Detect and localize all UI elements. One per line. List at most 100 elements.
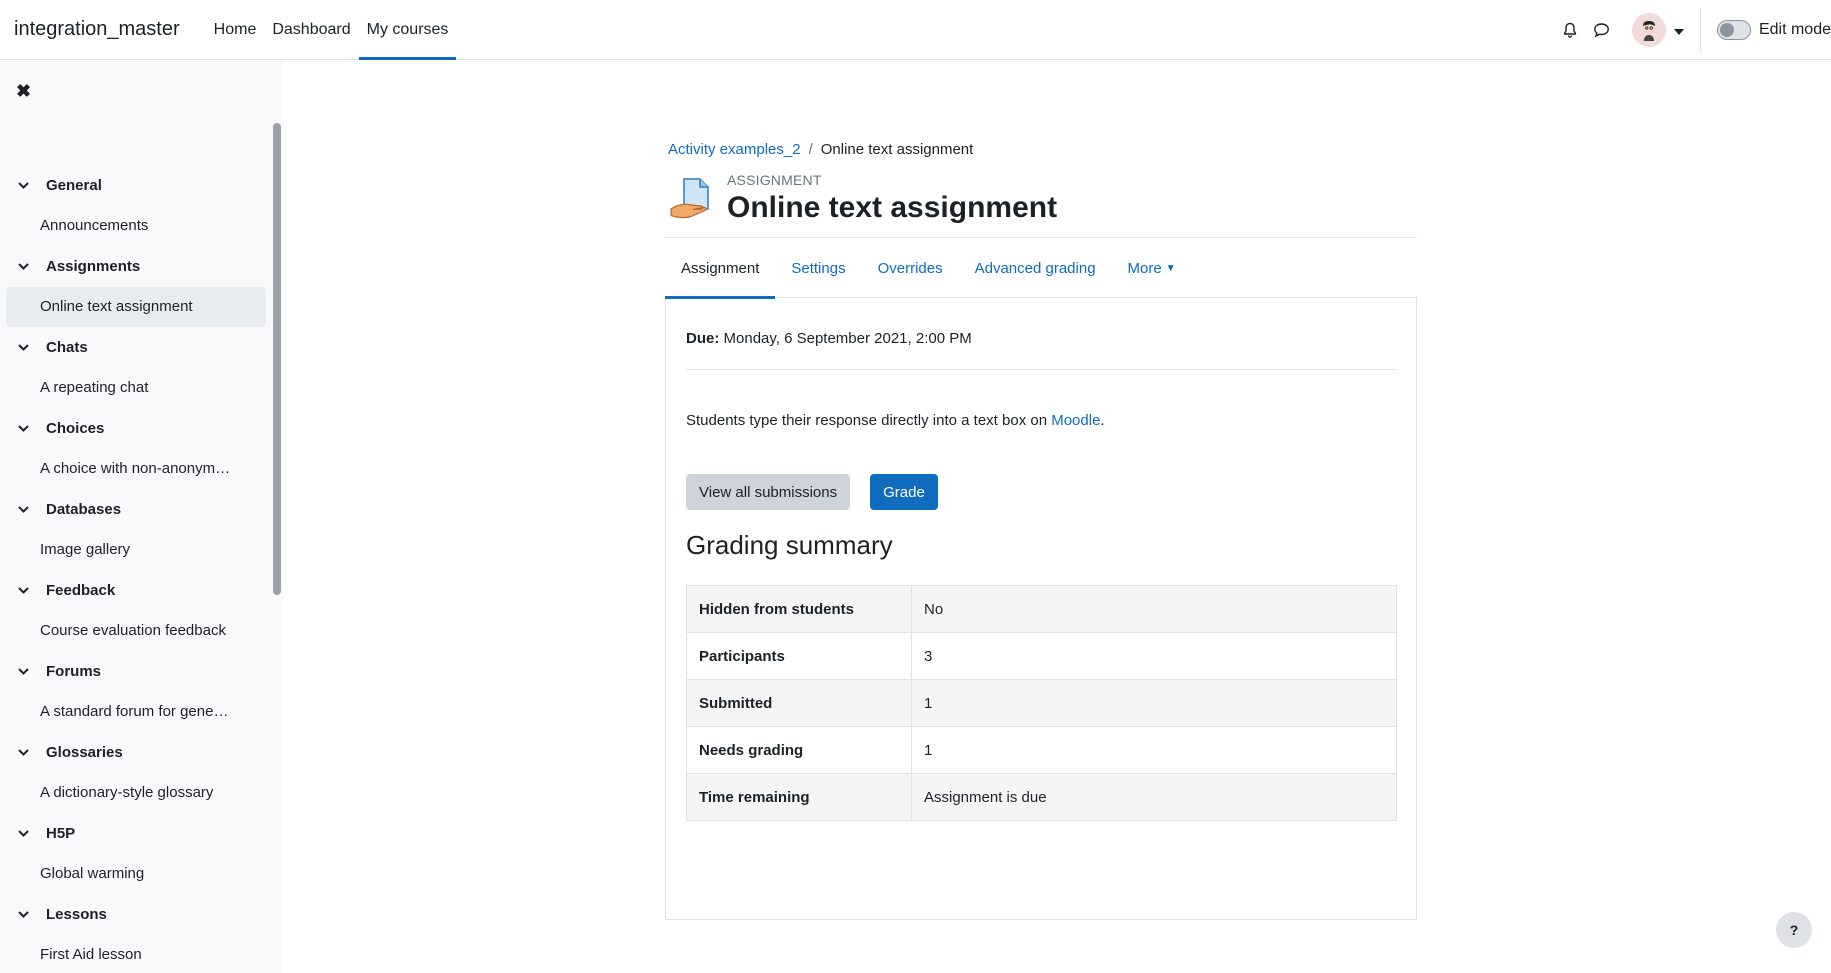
chevron-down-icon[interactable]: [18, 182, 32, 189]
chevron-down-icon[interactable]: [18, 263, 32, 270]
description-end: .: [1100, 412, 1105, 429]
breadcrumb: Activity examples_2 / Online text assign…: [668, 141, 1417, 158]
course-index-item[interactable]: Image gallery: [6, 530, 266, 571]
tab-overrides[interactable]: Overrides: [862, 238, 959, 298]
navbar-divider: [1699, 8, 1701, 52]
chevron-down-icon[interactable]: [18, 587, 32, 594]
navbar-user-area: Edit mode: [1554, 0, 1831, 60]
course-index-item[interactable]: A choice with non-anonym…: [6, 449, 266, 490]
chevron-down-icon[interactable]: [18, 668, 32, 675]
messages-button[interactable]: [1586, 14, 1618, 46]
drawer-scrollbar[interactable]: [273, 123, 281, 595]
close-icon[interactable]: ✖: [16, 81, 31, 102]
course-index-section[interactable]: Assignments: [6, 246, 266, 287]
section-title: Feedback: [46, 581, 116, 599]
user-avatar-image: [1642, 21, 1655, 41]
nav-home-link[interactable]: Home: [206, 0, 265, 60]
course-index-section[interactable]: Lessons: [6, 894, 266, 935]
section-title: Assignments: [46, 257, 141, 275]
chat-icon: [1594, 23, 1610, 38]
edit-mode-toggle[interactable]: [1716, 20, 1751, 40]
summary-key: Hidden from students: [686, 585, 912, 633]
section-title: Lessons: [46, 905, 107, 923]
course-index-section[interactable]: Forums: [6, 651, 266, 692]
table-row: Submitted 1: [686, 679, 1397, 727]
due-label: Due:: [686, 330, 720, 347]
course-index-item[interactable]: Online text assignment: [6, 286, 266, 327]
moodle-link[interactable]: Moodle: [1051, 412, 1100, 429]
section-title: Choices: [46, 419, 105, 437]
table-row: Participants 3: [686, 632, 1397, 680]
page-title: Online text assignment: [727, 191, 1058, 224]
chevron-down-icon[interactable]: [18, 506, 32, 513]
notifications-button[interactable]: [1554, 14, 1586, 46]
table-row: Hidden from students No: [686, 585, 1397, 633]
assignment-description: Students type their response directly in…: [686, 412, 1396, 429]
help-button[interactable]: ?: [1776, 912, 1812, 948]
course-index-item[interactable]: A repeating chat: [6, 368, 266, 409]
summary-key: Time remaining: [686, 773, 912, 821]
section-title: Databases: [46, 500, 122, 518]
section-title: Glossaries: [46, 743, 123, 761]
user-avatar[interactable]: [1631, 13, 1666, 47]
toggle-knob: [1719, 23, 1734, 37]
bell-icon: [1563, 22, 1577, 38]
summary-value: Assignment is due: [911, 773, 1397, 821]
chevron-down-icon[interactable]: [18, 911, 32, 918]
activity-type-label: Assignment: [727, 172, 822, 188]
course-index-section[interactable]: Databases: [6, 489, 266, 530]
grading-summary-table: Hidden from students No Participants 3 Submi…: [686, 585, 1397, 821]
edit-mode-label: Edit mode: [1758, 21, 1831, 38]
summary-key: Submitted: [686, 679, 912, 727]
course-index-section[interactable]: Chats: [6, 327, 266, 368]
header-text: Assignment Online text assignment: [727, 172, 1057, 225]
tab-assignment[interactable]: Assignment: [665, 238, 776, 299]
tab-advanced-grading[interactable]: Advanced grading: [959, 238, 1112, 298]
breadcrumb-course-link[interactable]: Activity examples_2: [668, 141, 801, 158]
site-name-link[interactable]: integration_master: [14, 18, 180, 41]
summary-value: 1: [911, 726, 1397, 774]
grade-button[interactable]: Grade: [870, 474, 938, 510]
section-title: General: [46, 176, 102, 194]
section-title: H5P: [46, 824, 76, 842]
grading-summary-heading: Grading summary: [686, 530, 893, 560]
course-index-item[interactable]: Course evaluation feedback: [6, 611, 266, 652]
user-menu-caret-icon[interactable]: [1673, 22, 1684, 39]
course-index-item[interactable]: First Aid lesson: [6, 935, 266, 973]
course-index: General Announcements Assignments Online te…: [6, 165, 266, 973]
view-all-submissions-button[interactable]: View all submissions: [686, 474, 851, 510]
chevron-down-icon[interactable]: [18, 830, 32, 837]
course-index-item[interactable]: A standard forum for gene…: [6, 692, 266, 733]
summary-value: 1: [911, 679, 1397, 727]
chevron-down-icon[interactable]: [18, 425, 32, 432]
course-index-section[interactable]: Feedback: [6, 570, 266, 611]
tab-settings[interactable]: Settings: [775, 238, 861, 298]
chevron-down-icon[interactable]: [18, 749, 32, 756]
course-index-item[interactable]: A dictionary-style glossary: [6, 773, 266, 814]
breadcrumb-current: Online text assignment: [820, 141, 974, 158]
section-title: Chats: [46, 338, 88, 356]
course-index-item[interactable]: Announcements: [6, 206, 266, 247]
summary-value: No: [911, 585, 1397, 633]
summary-value: 3: [911, 632, 1397, 680]
section-title: Forums: [46, 662, 102, 680]
main-content: Activity examples_2 / Online text assign…: [665, 141, 1417, 920]
primary-navigation: Home Dashboard My courses: [206, 0, 457, 60]
tab-more[interactable]: More ▼: [1112, 238, 1192, 298]
due-date-value: Monday, 6 September 2021, 2:00 PM: [719, 330, 972, 347]
course-index-section[interactable]: Choices: [6, 408, 266, 449]
table-row: Time remaining Assignment is due: [686, 773, 1397, 821]
secondary-navigation: Assignment Settings Overrides Advanced g…: [665, 237, 1417, 299]
chevron-down-icon[interactable]: [18, 344, 32, 351]
course-index-section[interactable]: General: [6, 165, 266, 206]
nav-my-courses-link[interactable]: My courses: [358, 0, 457, 60]
course-index-item[interactable]: Global warming: [6, 854, 266, 895]
course-index-section[interactable]: H5P: [6, 813, 266, 854]
course-index-section[interactable]: Glossaries: [6, 732, 266, 773]
top-navbar: integration_master Home Dashboard My cou…: [0, 0, 1831, 60]
assignment-content-box: Due: Monday, 6 September 2021, 2:00 PM S…: [665, 298, 1417, 920]
summary-key: Needs grading: [686, 726, 912, 774]
course-index-drawer: ✖ General Announcements Assignments Online …: [0, 61, 283, 973]
assignment-icon: [670, 178, 709, 219]
nav-dashboard-link[interactable]: Dashboard: [264, 0, 358, 60]
